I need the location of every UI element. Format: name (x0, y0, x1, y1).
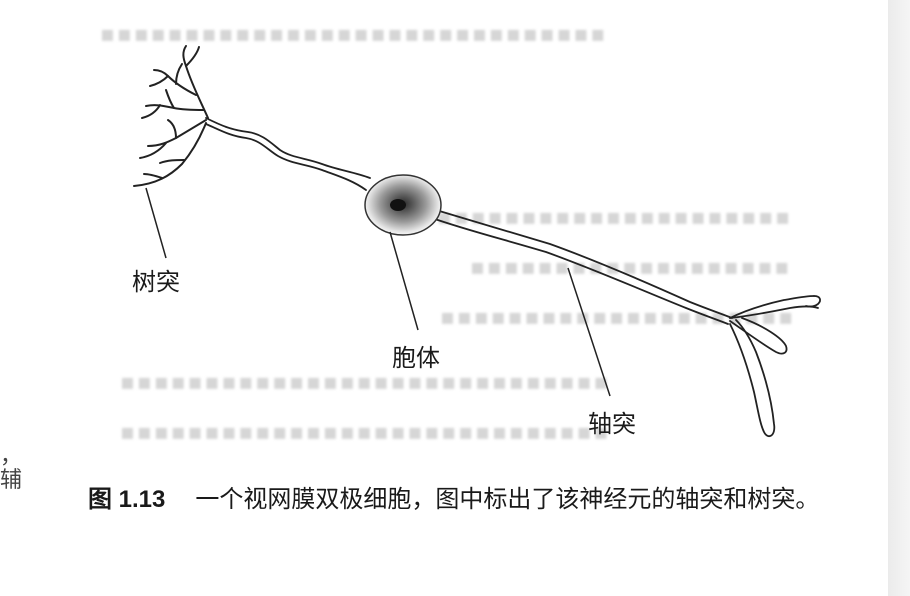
axon-terminals (729, 295, 821, 438)
dendrite-label: 树突 (132, 268, 180, 296)
figure-caption: 图 1.13 一个视网膜双极细胞，图中标出了该神经元的轴突和树突。 (88, 478, 888, 521)
soma-leader-line (389, 231, 419, 331)
neuron-process (205, 117, 733, 325)
nucleus (390, 199, 406, 211)
soma-label: 胞体 (392, 344, 440, 372)
neuron-diagram (133, 45, 821, 438)
dendrite-tree (133, 45, 209, 187)
figure-number: 图 1.13 (88, 486, 166, 513)
dendrite-leader-line (145, 187, 167, 259)
axon-label: 轴突 (588, 410, 636, 438)
caption-text: 一个视网膜双极细胞，图中标出了该神经元的轴突和树突。 (195, 485, 820, 513)
margin-fragment: 辅 (0, 468, 23, 493)
axon-leader-line (567, 267, 611, 397)
